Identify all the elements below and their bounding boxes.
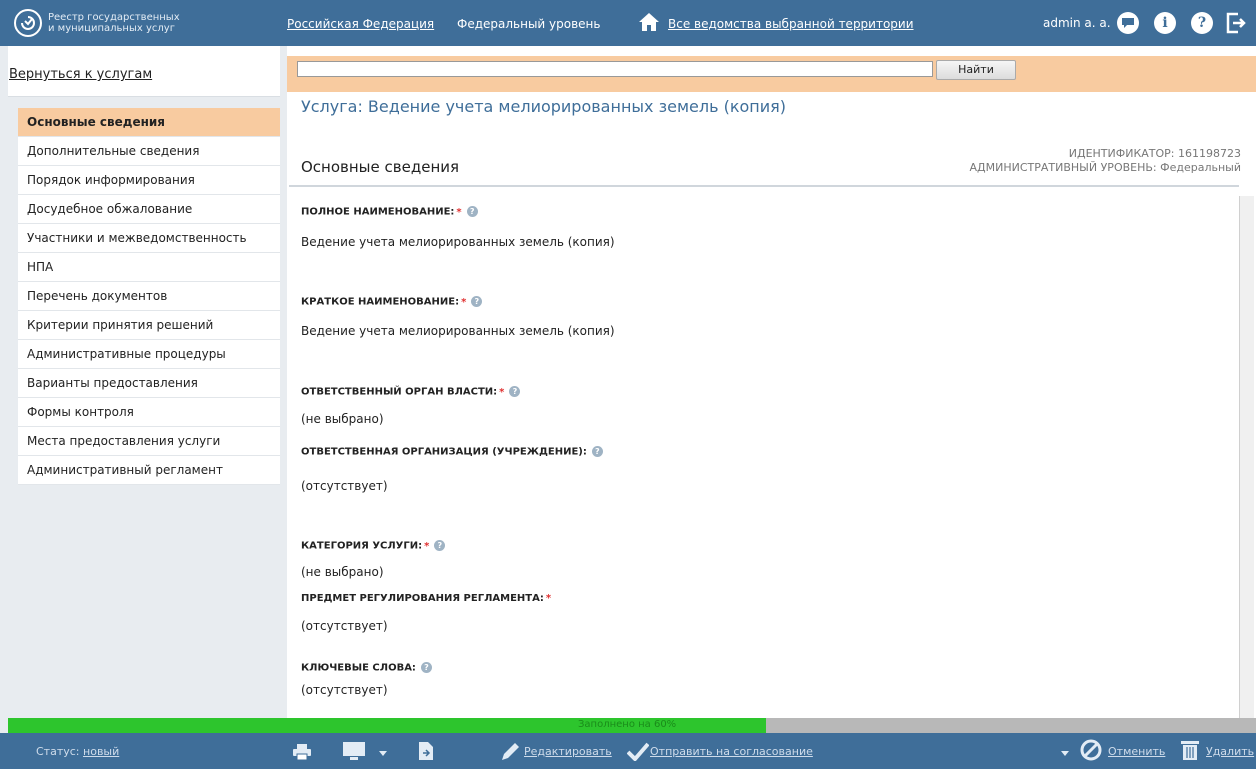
back-link-label[interactable]: Вернуться к услугам	[9, 67, 152, 82]
field-value: Ведение учета мелиорированных земель (ко…	[301, 235, 615, 249]
field-value: Ведение учета мелиорированных земель (ко…	[301, 324, 615, 338]
search-bar: Найти	[287, 56, 1256, 92]
vertical-scrollbar[interactable]	[1239, 196, 1254, 718]
required-mark: *	[461, 296, 467, 308]
admin-level: АДМИНИСТРАТИВНЫЙ УРОВЕНЬ: Федеральный	[969, 161, 1241, 174]
top-bar: Реестр государственных и муниципальных у…	[0, 0, 1256, 46]
logo-text: Реестр государственных и муниципальных у…	[48, 12, 180, 34]
main-content: Найти Услуга: Ведение учета мелиорирован…	[287, 46, 1256, 718]
fields-panel: ПОЛНОЕ НАИМЕНОВАНИЕ: *? Ведение учета мел…	[289, 185, 1239, 718]
region-link[interactable]: Российская Федерация	[287, 17, 434, 31]
section-nav: Основные сведения Дополнительные сведени…	[18, 108, 280, 485]
completion-progress: Заполнено на 60%	[8, 718, 1256, 733]
field-label: КАТЕГОРИЯ УСЛУГИ: *?	[301, 540, 446, 552]
field-label-text: ОТВЕТСТВЕННАЯ ОРГАНИЗАЦИЯ (УЧРЕЖДЕНИЕ):	[301, 446, 587, 458]
home-icon[interactable]	[638, 12, 660, 35]
field-label-text: ПРЕДМЕТ РЕГУЛИРОВАНИЯ РЕГЛАМЕНТА:	[301, 593, 544, 604]
field-label: ПОЛНОЕ НАИМЕНОВАНИЕ: *?	[301, 206, 478, 218]
help-icon[interactable]: ?	[591, 446, 603, 457]
help-icon[interactable]: ?	[466, 206, 478, 217]
monitor-icon[interactable]	[342, 741, 366, 764]
chevron-down-icon[interactable]	[1060, 747, 1070, 761]
progress-text: Заполнено на 60%	[578, 719, 677, 730]
nav-item-documents[interactable]: Перечень документов	[18, 282, 280, 311]
field-label: ОТВЕТСТВЕННЫЙ ОРГАН ВЛАСТИ: *?	[301, 386, 521, 398]
delete-button[interactable]: Удалить	[1206, 745, 1254, 758]
nav-item-criteria[interactable]: Критерии принятия решений	[18, 311, 280, 340]
status-value[interactable]: новый	[83, 745, 119, 758]
user-name[interactable]: admin a. a.	[1043, 16, 1111, 30]
nav-item-variants[interactable]: Варианты предоставления	[18, 369, 280, 398]
nav-item-regulation[interactable]: Административный регламент	[18, 456, 280, 485]
service-identifier: ИДЕНТИФИКАТОР: 161198723	[1068, 147, 1241, 160]
pencil-icon[interactable]	[499, 741, 521, 766]
page-title: Услуга: Ведение учета мелиорированных зе…	[301, 97, 787, 116]
chevron-down-icon[interactable]	[378, 747, 388, 761]
cancel-icon[interactable]	[1080, 739, 1102, 764]
field-label: ПРЕДМЕТ РЕГУЛИРОВАНИЯ РЕГЛАМЕНТА: *	[301, 593, 551, 604]
nav-item-additional-info[interactable]: Дополнительные сведения	[18, 137, 280, 166]
checkmark-icon[interactable]	[626, 741, 650, 764]
print-icon[interactable]	[292, 743, 312, 764]
nav-item-procedures[interactable]: Административные процедуры	[18, 340, 280, 369]
nav-item-npa[interactable]: НПА	[18, 253, 280, 282]
required-mark: *	[499, 386, 505, 398]
field-value: (не выбрано)	[301, 412, 384, 426]
info-icon[interactable]: i	[1154, 12, 1176, 34]
status: Статус: новый	[36, 745, 119, 758]
level-link[interactable]: Федеральный уровень	[457, 17, 600, 31]
field-label-text: КЛЮЧЕВЫЕ СЛОВА:	[301, 662, 416, 674]
field-value: (отсутствует)	[301, 619, 388, 633]
help-icon[interactable]: ?	[420, 662, 432, 673]
help-icon[interactable]: ?	[509, 386, 521, 397]
field-label: КЛЮЧЕВЫЕ СЛОВА:?	[301, 662, 432, 674]
required-mark: *	[456, 206, 462, 218]
nav-item-appeal[interactable]: Досудебное обжалование	[18, 195, 280, 224]
help-icon[interactable]: ?	[471, 296, 483, 307]
field-value: (отсутствует)	[301, 479, 388, 493]
back-to-services[interactable]: Вернуться к услугам	[8, 46, 280, 97]
required-mark: *	[424, 540, 430, 552]
help-icon[interactable]: ?	[434, 540, 446, 551]
field-value: (отсутствует)	[301, 683, 388, 697]
agencies-link[interactable]: Все ведомства выбранной территории	[668, 17, 914, 31]
field-label: КРАТКОЕ НАИМЕНОВАНИЕ: *?	[301, 296, 483, 308]
nav-item-informing[interactable]: Порядок информирования	[18, 166, 280, 195]
nav-item-places[interactable]: Места предоставления услуги	[18, 427, 280, 456]
section-title: Основные сведения	[301, 158, 460, 176]
document-export-icon[interactable]	[418, 741, 434, 764]
field-label-text: КРАТКОЕ НАИМЕНОВАНИЕ:	[301, 296, 460, 308]
field-label-text: КАТЕГОРИЯ УСЛУГИ:	[301, 540, 423, 552]
field-label-text: ПОЛНОЕ НАИМЕНОВАНИЕ:	[301, 206, 455, 218]
field-label-text: ОТВЕТСТВЕННЫЙ ОРГАН ВЛАСТИ:	[301, 386, 498, 398]
trash-icon[interactable]	[1180, 739, 1200, 764]
bottom-toolbar: Статус: новый Редактировать Отправить на…	[0, 733, 1256, 769]
send-for-approval-button[interactable]: Отправить на согласование	[650, 745, 813, 758]
status-label: Статус:	[36, 745, 80, 758]
edit-button[interactable]: Редактировать	[524, 745, 612, 758]
sidebar: Вернуться к услугам Основные сведения До…	[8, 46, 280, 718]
field-value: (не выбрано)	[301, 565, 384, 579]
service-meta: ИДЕНТИФИКАТОР: 161198723 АДМИНИСТРАТИВНЫ…	[970, 147, 1241, 175]
logout-icon[interactable]	[1226, 12, 1246, 37]
required-mark: *	[545, 593, 552, 604]
search-input[interactable]	[297, 61, 933, 77]
nav-item-participants[interactable]: Участники и межведомственность	[18, 224, 280, 253]
logo-icon	[14, 9, 42, 37]
nav-item-main-info[interactable]: Основные сведения	[18, 108, 280, 137]
search-button[interactable]: Найти	[936, 60, 1016, 80]
app-logo[interactable]: Реестр государственных и муниципальных у…	[14, 9, 188, 37]
help-icon[interactable]: ?	[1191, 12, 1213, 34]
chat-icon[interactable]	[1117, 12, 1139, 34]
nav-item-control[interactable]: Формы контроля	[18, 398, 280, 427]
cancel-button[interactable]: Отменить	[1108, 745, 1165, 758]
field-label: ОТВЕТСТВЕННАЯ ОРГАНИЗАЦИЯ (УЧРЕЖДЕНИЕ):?	[301, 446, 603, 458]
